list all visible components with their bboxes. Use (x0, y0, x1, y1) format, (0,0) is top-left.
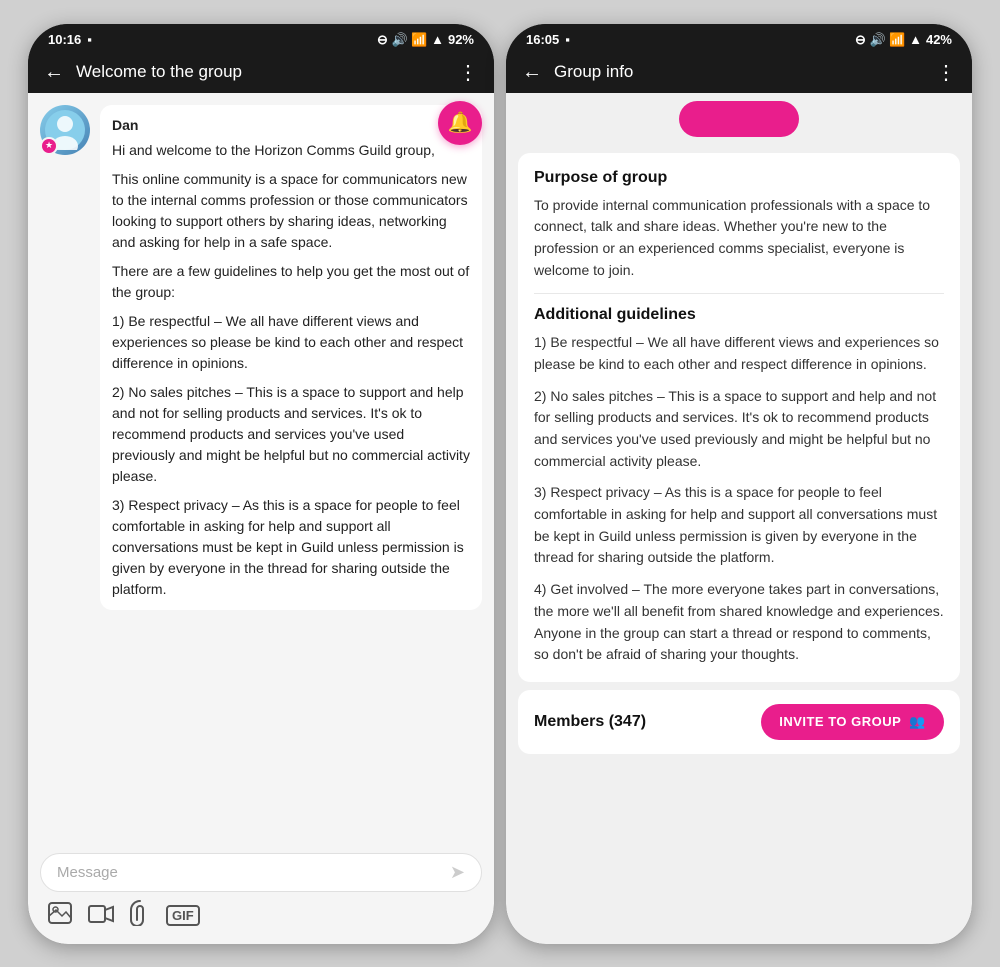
guidelines-text: 1) Be respectful – We all have different… (534, 332, 944, 666)
right-screen-icon: ▪ (565, 32, 570, 47)
message-bubble: Dan Hi and welcome to the Horizon Comms … (100, 105, 482, 610)
input-bar: Message ➤ (28, 845, 494, 944)
send-icon[interactable]: ➤ (450, 862, 465, 883)
right-status-bar: 16:05 ▪ ⊖ 🔊 📶 ▲ 42% (506, 24, 972, 52)
avatar-badge: ★ (40, 137, 58, 155)
members-count: (347) (609, 713, 646, 730)
right-back-button[interactable]: ← (522, 61, 542, 84)
msg-p6: 3) Respect privacy – As this is a space … (112, 495, 470, 600)
left-battery: 92% (448, 32, 474, 47)
right-more-button[interactable]: ⋮ (936, 60, 956, 85)
purpose-paragraph: To provide internal communication profes… (534, 195, 944, 282)
message-text: Hi and welcome to the Horizon Comms Guil… (112, 140, 470, 600)
guidelines-title: Additional guidelines (534, 306, 944, 324)
media-toolbar: GIF (40, 900, 482, 936)
purpose-text: To provide internal communication profes… (534, 195, 944, 282)
members-label: Members (347) (534, 713, 646, 731)
invite-button-label: INVITE TO GROUP (779, 714, 901, 729)
members-bar: Members (347) INVITE TO GROUP 👥 (518, 690, 960, 754)
left-top-bar: ← Welcome to the group ⋮ (28, 52, 494, 93)
chat-content: ★ Dan Hi and welcome to the Horizon Comm… (28, 93, 494, 845)
right-screen-title: Group info (554, 62, 924, 82)
right-time: 16:05 (526, 32, 559, 47)
guideline-1: 1) Be respectful – We all have different… (534, 332, 944, 375)
screens-container: 10:16 ▪ ⊖ 🔊 📶 ▲ 92% ← Welcome to the gro… (0, 0, 1000, 967)
gif-icon[interactable]: GIF (166, 905, 200, 926)
chat-body-wrap: 🔔 (28, 93, 494, 944)
right-phone: 16:05 ▪ ⊖ 🔊 📶 ▲ 42% ← Group info ⋮ (506, 24, 972, 944)
msg-p2: This online community is a space for com… (112, 169, 470, 253)
guideline-2: 2) No sales pitches – This is a space to… (534, 386, 944, 473)
members-text: Members (534, 713, 604, 730)
message-container: ★ Dan Hi and welcome to the Horizon Comm… (40, 105, 482, 610)
left-status-bar: 10:16 ▪ ⊖ 🔊 📶 ▲ 92% (28, 24, 494, 52)
msg-p4: 1) Be respectful – We all have different… (112, 311, 470, 374)
left-screen-title: Welcome to the group (76, 62, 446, 82)
message-sender: Dan (112, 115, 470, 136)
guideline-4: 4) Get involved – The more everyone take… (534, 579, 944, 666)
left-time: 10:16 (48, 32, 81, 47)
guideline-3: 3) Respect privacy – As this is a space … (534, 482, 944, 569)
message-placeholder: Message (57, 864, 450, 881)
video-icon[interactable] (88, 903, 114, 929)
right-status-icons: ⊖ 🔊 📶 ▲ (855, 32, 922, 48)
right-top-bar: ← Group info ⋮ (506, 52, 972, 93)
purpose-card: Purpose of group To provide internal com… (518, 153, 960, 682)
attachment-icon[interactable] (130, 900, 150, 932)
info-top-strip (506, 93, 972, 145)
left-status-icons: ⊖ 🔊 📶 ▲ (377, 32, 444, 48)
invite-button-icon: 👥 (909, 714, 926, 730)
top-action-button[interactable] (679, 101, 799, 137)
card-divider (534, 293, 944, 294)
avatar-wrap: ★ (40, 105, 90, 155)
left-phone: 10:16 ▪ ⊖ 🔊 📶 ▲ 92% ← Welcome to the gro… (28, 24, 494, 944)
left-screen-icon: ▪ (87, 32, 92, 47)
purpose-title: Purpose of group (534, 169, 944, 187)
right-battery: 42% (926, 32, 952, 47)
message-input-row[interactable]: Message ➤ (40, 853, 482, 892)
msg-p3: There are a few guidelines to help you g… (112, 261, 470, 303)
notification-fab[interactable]: 🔔 (438, 101, 482, 145)
info-content: Purpose of group To provide internal com… (506, 93, 972, 944)
left-more-button[interactable]: ⋮ (458, 60, 478, 85)
image-icon[interactable] (48, 902, 72, 930)
left-back-button[interactable]: ← (44, 61, 64, 84)
invite-to-group-button[interactable]: INVITE TO GROUP 👥 (761, 704, 944, 740)
msg-p5: 2) No sales pitches – This is a space to… (112, 382, 470, 487)
msg-p1: Hi and welcome to the Horizon Comms Guil… (112, 140, 470, 161)
